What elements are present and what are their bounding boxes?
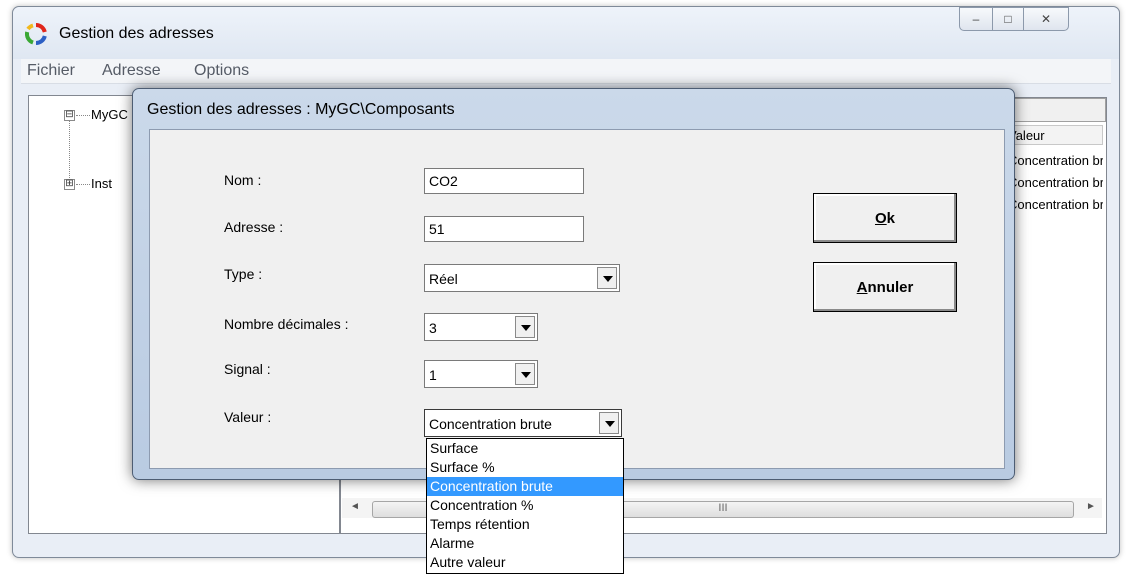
- signal-value: 1: [429, 367, 437, 383]
- dropdown-option[interactable]: Alarme: [427, 534, 623, 553]
- tree-connector: [76, 115, 90, 116]
- chevron-down-icon[interactable]: [515, 363, 535, 385]
- label-decimales: Nombre décimales :: [224, 316, 349, 332]
- tree-collapse-icon[interactable]: ⊟: [64, 110, 75, 121]
- menu-bar: Fichier Adresse Options: [21, 59, 1111, 84]
- nom-field[interactable]: CO2: [424, 168, 584, 194]
- dropdown-option-selected[interactable]: Concentration brute: [427, 477, 623, 496]
- scroll-right-icon[interactable]: ►: [1086, 501, 1096, 512]
- decimales-select[interactable]: 3: [424, 313, 538, 341]
- close-icon: ✕: [1040, 12, 1052, 26]
- app-icon: [25, 23, 47, 45]
- valeur-dropdown-list[interactable]: Surface Surface % Concentration brute Co…: [426, 438, 624, 574]
- ok-mnemonic: O: [874, 209, 887, 227]
- dropdown-option[interactable]: Autre valeur: [427, 553, 623, 572]
- label-signal: Signal :: [224, 361, 271, 377]
- decimales-value: 3: [429, 320, 437, 336]
- list-cell[interactable]: Concentration brute: [1008, 153, 1103, 168]
- scroll-left-icon[interactable]: ◄: [350, 501, 360, 512]
- dropdown-option[interactable]: Concentration %: [427, 496, 623, 515]
- maximize-button[interactable]: □: [992, 7, 1024, 31]
- label-nom: Nom :: [224, 172, 262, 188]
- tree-connector: [76, 184, 90, 185]
- close-button[interactable]: ✕: [1023, 7, 1069, 31]
- annuler-label: nnuler: [867, 278, 914, 296]
- dialog-title: Gestion des adresses : MyGC\Composants: [147, 101, 455, 118]
- list-toolbar-strip: [1000, 98, 1106, 122]
- signal-select[interactable]: 1: [424, 360, 538, 388]
- valeur-value: Concentration brute: [429, 416, 552, 432]
- type-select[interactable]: Réel: [424, 264, 620, 292]
- tree-expand-icon[interactable]: ⊞: [64, 179, 75, 190]
- annuler-button[interactable]: Annuler: [813, 262, 957, 312]
- minimize-button[interactable]: –: [959, 7, 993, 31]
- minimize-icon: –: [972, 12, 980, 26]
- maximize-icon: □: [1004, 12, 1012, 26]
- list-cell[interactable]: Concentration brute: [1008, 175, 1103, 190]
- annuler-mnemonic: A: [856, 278, 868, 296]
- main-titlebar[interactable]: Gestion des adresses: [13, 7, 1119, 59]
- tree-node-mygc[interactable]: MyGC: [91, 107, 128, 122]
- chevron-down-icon[interactable]: [599, 412, 619, 434]
- adresse-field[interactable]: 51: [424, 216, 584, 242]
- valeur-select[interactable]: Concentration brute: [424, 409, 622, 437]
- column-header-valeur[interactable]: Valeur: [1003, 125, 1103, 145]
- ok-button[interactable]: Ok: [813, 193, 957, 243]
- chevron-down-icon[interactable]: [597, 267, 617, 289]
- menu-adresse[interactable]: Adresse: [102, 62, 161, 80]
- list-cell[interactable]: Concentration brute: [1008, 197, 1103, 212]
- menu-fichier[interactable]: Fichier: [27, 62, 75, 80]
- tree-node-inst[interactable]: Inst: [91, 176, 112, 191]
- chevron-down-icon[interactable]: [515, 316, 535, 338]
- menu-options[interactable]: Options: [194, 62, 249, 80]
- window-title: Gestion des adresses: [59, 25, 214, 42]
- dropdown-option[interactable]: Surface %: [427, 458, 623, 477]
- type-value: Réel: [429, 271, 458, 287]
- dropdown-option[interactable]: Temps rétention: [427, 515, 623, 534]
- label-type: Type :: [224, 266, 263, 282]
- label-adresse: Adresse :: [224, 219, 284, 235]
- tree-connector: [69, 116, 70, 184]
- dropdown-option[interactable]: Surface: [427, 439, 623, 458]
- ok-label: k: [886, 209, 895, 227]
- label-valeur: Valeur :: [224, 409, 272, 425]
